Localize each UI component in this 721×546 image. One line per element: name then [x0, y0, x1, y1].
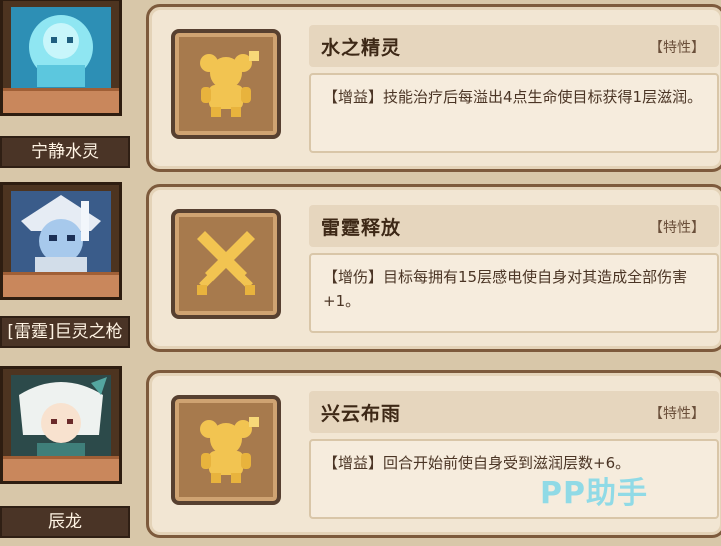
trait-title-bar: 水之精灵 【特性】 [309, 25, 719, 67]
trait-icon-frame[interactable] [171, 29, 281, 139]
trait-title: 雷霆释放 [321, 217, 402, 239]
hero-row: 辰龙 兴云布雨 【特性】 【增益】回合开始前使自身受到滋润层数+6。 [0, 366, 721, 546]
hero-portrait[interactable] [0, 366, 122, 484]
trait-card: 雷霆释放 【特性】 【增伤】目标每拥有15层感电使自身对其造成全部伤害+1。 [146, 184, 721, 352]
hero-row: [雷霆]巨灵之枪 雷霆释放 【特性】 【增伤】目标每拥有15层感电使自身对其造成… [0, 182, 721, 362]
portrait-floor [3, 272, 119, 297]
hero-name: 辰龙 [0, 506, 130, 538]
trait-icon-frame[interactable] [171, 395, 281, 505]
hero-name: 宁静水灵 [0, 136, 130, 168]
thunder-giant-portrait [11, 191, 111, 279]
bear-buff-icon [200, 417, 259, 483]
trait-card: 水之精灵 【特性】 【增益】技能治疗后每溢出4点生命使目标获得1层滋润。 [146, 4, 721, 172]
trait-description-box: 【增益】技能治疗后每溢出4点生命使目标获得1层滋润。 [309, 73, 719, 153]
trait-description-box: 【增益】回合开始前使自身受到滋润层数+6。 [309, 439, 719, 519]
trait-title: 水之精灵 [321, 37, 402, 59]
trait-description: 【增伤】目标每拥有15层感电使自身对其造成全部伤害+1。 [323, 268, 688, 310]
trait-card: 兴云布雨 【特性】 【增益】回合开始前使自身受到滋润层数+6。 [146, 370, 721, 538]
water-spirit-portrait [11, 7, 111, 95]
portrait-floor [3, 88, 119, 113]
trait-tag: 【特性】 [649, 40, 705, 56]
trait-description: 【增益】回合开始前使自身受到滋润层数+6。 [323, 454, 631, 472]
hero-portrait[interactable] [0, 182, 122, 300]
crossed-swords-icon [197, 231, 255, 295]
bear-buff-icon [200, 51, 259, 117]
trait-description: 【增益】技能治疗后每溢出4点生命使目标获得1层滋润。 [323, 88, 703, 106]
dragon-girl-portrait [11, 375, 111, 463]
trait-title-bar: 兴云布雨 【特性】 [309, 391, 719, 433]
trait-title: 兴云布雨 [321, 403, 402, 425]
watermark-logo: PP助手 [540, 476, 648, 511]
trait-description-box: 【增伤】目标每拥有15层感电使自身对其造成全部伤害+1。 [309, 253, 719, 333]
trait-icon-frame[interactable] [171, 209, 281, 319]
hero-row: 宁静水灵 水之精灵 【特性】 【增益】技能治疗后每溢出4点生命使目标获得1层滋润… [0, 0, 721, 180]
trait-title-bar: 雷霆释放 【特性】 [309, 205, 719, 247]
trait-tag: 【特性】 [649, 220, 705, 236]
trait-tag: 【特性】 [649, 406, 705, 422]
portrait-floor [3, 456, 119, 481]
hero-name: [雷霆]巨灵之枪 [0, 316, 130, 348]
hero-portrait[interactable] [0, 0, 122, 116]
